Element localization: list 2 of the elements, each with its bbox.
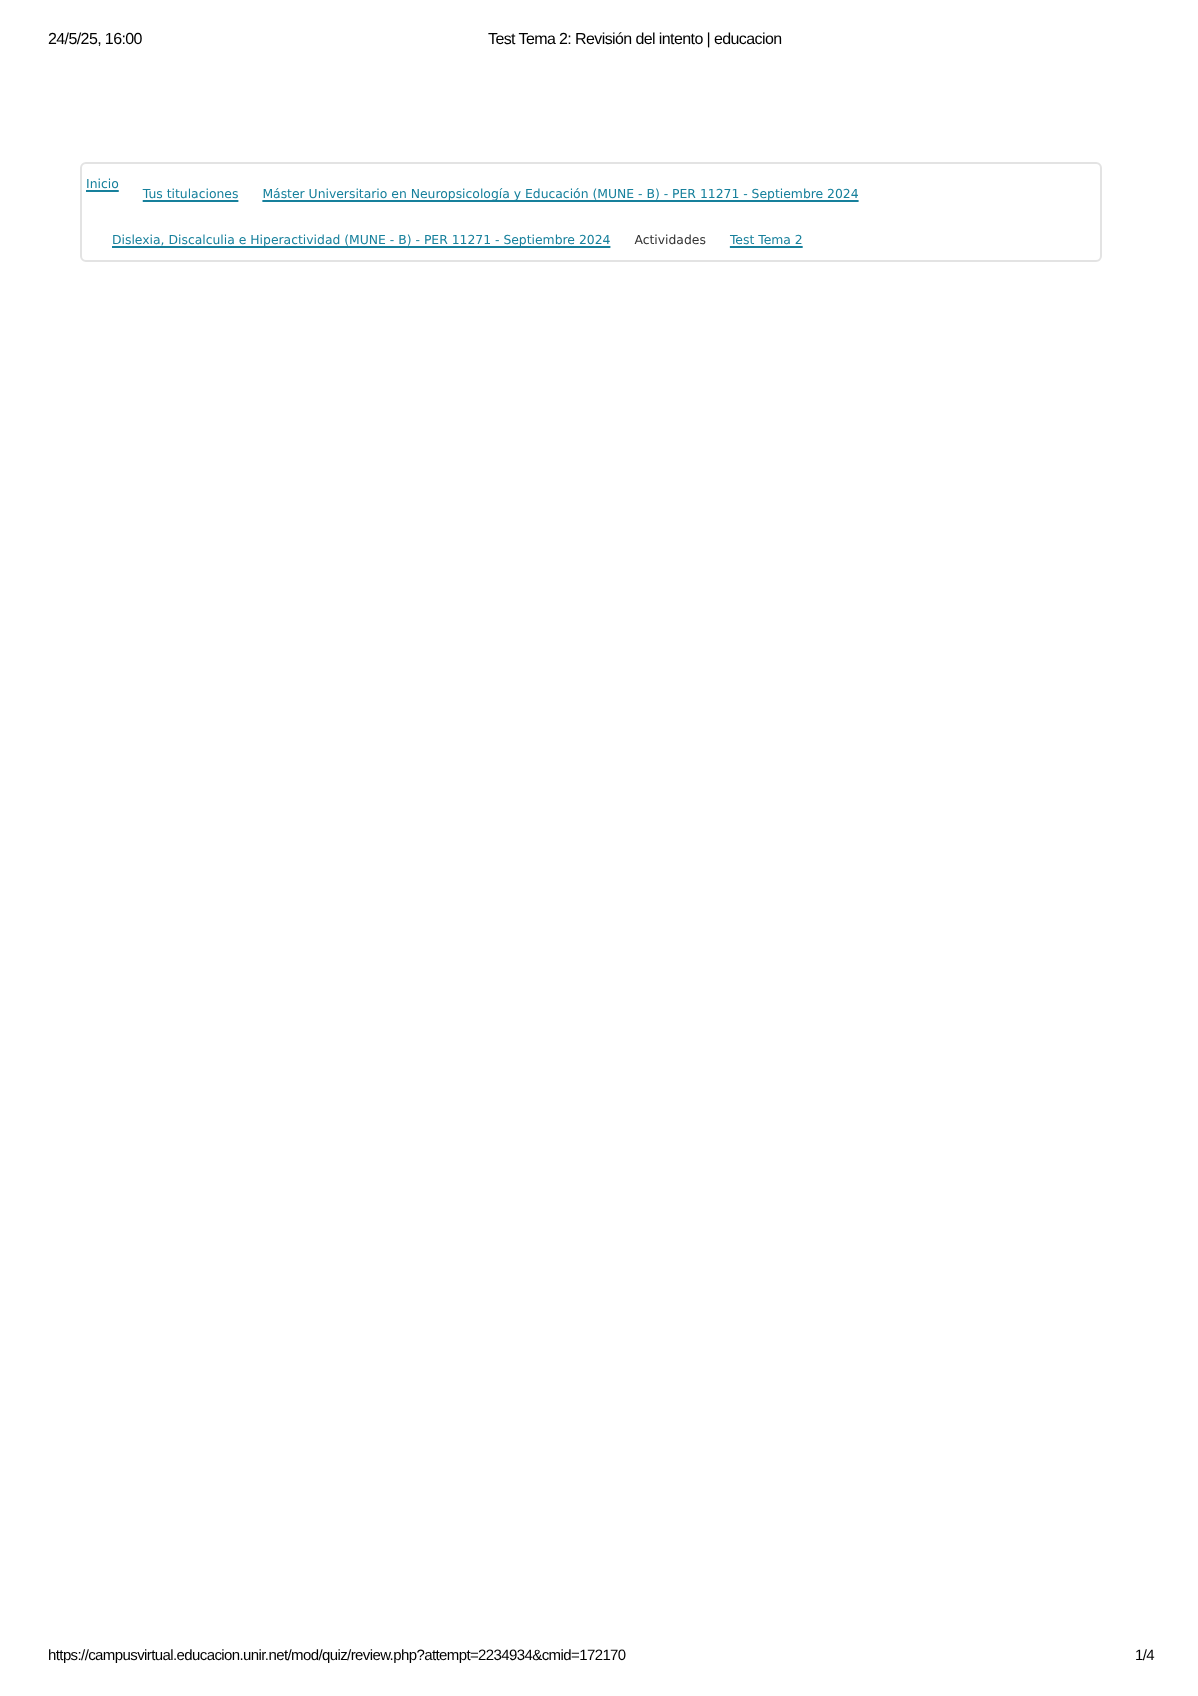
print-date: 24/5/25, 16:00 bbox=[48, 28, 144, 52]
page-title: Test Tema 2: Revisión del intento | educacion bbox=[488, 28, 782, 52]
